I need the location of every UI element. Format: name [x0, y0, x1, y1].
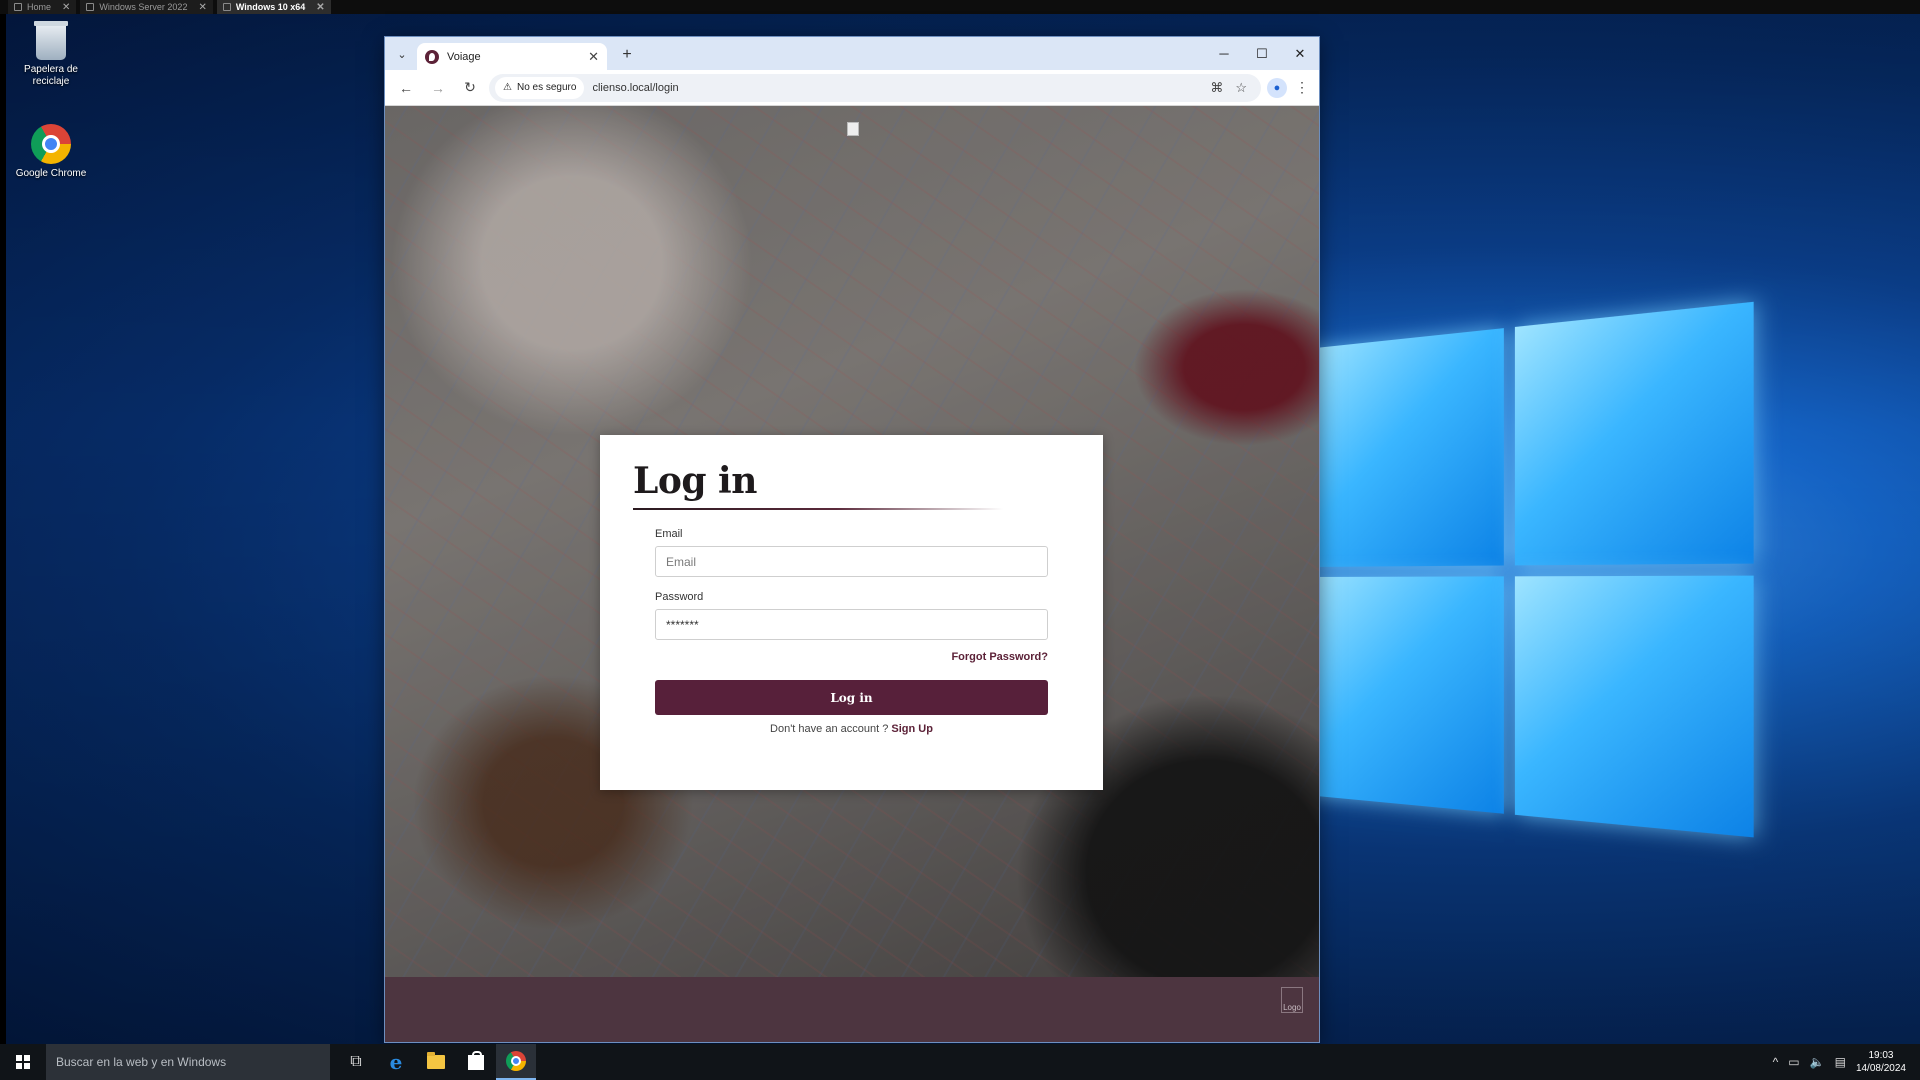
desktop-icon-recycle-bin[interactable]: Papelera de reciclaje	[10, 21, 92, 88]
close-icon[interactable]: ✕	[588, 49, 599, 65]
page-footer: Logo	[385, 977, 1319, 1042]
translate-icon[interactable]: ⌘	[1210, 80, 1223, 96]
browser-toolbar: ← → ↻ ⚠ No es seguro clienso.local/login…	[385, 70, 1319, 106]
home-icon	[14, 3, 22, 11]
start-button[interactable]	[0, 1044, 46, 1080]
page-viewport: Log in Email Password Forgot Password? L…	[385, 106, 1319, 1042]
address-bar[interactable]: ⚠ No es seguro clienso.local/login ⌘ ☆	[489, 73, 1261, 102]
clock-date: 14/08/2024	[1855, 1063, 1906, 1074]
vm-tab-label: Windows Server 2022	[99, 2, 188, 12]
vm-tab-label: Windows 10 x64	[235, 2, 306, 12]
taskbar-clock[interactable]: 19:03 14/08/2024	[1856, 1049, 1906, 1075]
vm-icon	[86, 3, 95, 11]
task-view-icon: ⧉	[350, 1053, 362, 1070]
desktop-icon-label: Papelera de reciclaje	[24, 64, 78, 87]
signup-prompt-text: Don't have an account ?	[770, 723, 889, 735]
voiage-favicon-icon	[425, 49, 439, 64]
browser-tab-bar: ⌄ Voiage ✕ + ─ ☐ ✕	[385, 37, 1319, 70]
taskbar-edge[interactable]: e	[376, 1044, 416, 1080]
browser-tab-title: Voiage	[447, 50, 481, 63]
desktop-icon-label: Google Chrome	[15, 168, 87, 179]
close-icon[interactable]: ✕	[198, 2, 206, 13]
browser-tab-voiage[interactable]: Voiage ✕	[417, 43, 607, 70]
back-button[interactable]: ←	[393, 75, 419, 101]
password-field[interactable]	[655, 609, 1048, 640]
taskbar-pinned-apps: ⧉ e	[336, 1044, 536, 1080]
reload-button[interactable]: ↻	[457, 75, 483, 101]
signup-prompt: Don't have an account ? Sign Up	[655, 723, 1048, 735]
chevron-up-icon[interactable]: ^	[1773, 1055, 1779, 1069]
bookmark-star-icon[interactable]: ☆	[1235, 80, 1247, 96]
close-icon[interactable]: ✕	[316, 2, 324, 13]
window-controls: ─ ☐ ✕	[1205, 37, 1319, 70]
login-form: Email Password Forgot Password? Log in D…	[655, 528, 1048, 735]
recycle-bin-icon	[34, 21, 68, 60]
volume-icon[interactable]: 🔈	[1810, 1055, 1825, 1069]
task-view-button[interactable]: ⧉	[336, 1044, 376, 1080]
clock-time: 19:03	[1868, 1050, 1894, 1061]
system-tray: ^ ▭ 🔈 ▤ 19:03 14/08/2024	[1773, 1049, 1920, 1075]
taskbar-file-explorer[interactable]	[416, 1044, 456, 1080]
windows-icon	[16, 1055, 30, 1069]
vm-tab-strip: Home ✕ Windows Server 2022 ✕ Windows 10 …	[0, 0, 1920, 14]
windows-logo-wallpaper	[1306, 299, 1778, 869]
edge-icon: e	[389, 1050, 403, 1074]
vm-tab-label: Home	[27, 2, 52, 12]
browser-window: ⌄ Voiage ✕ + ─ ☐ ✕ ← → ↻ ⚠ No es seguro …	[385, 37, 1319, 1042]
vm-tab-home[interactable]: Home ✕	[8, 0, 77, 14]
title-divider	[633, 508, 1003, 510]
desktop-icon-chrome[interactable]: Google Chrome	[10, 124, 92, 180]
vm-icon	[222, 3, 231, 11]
taskbar-search-box[interactable]: Buscar en la web y en Windows	[46, 1044, 330, 1080]
taskbar: Buscar en la web y en Windows ⧉ e ^ ▭ 🔈 …	[0, 1044, 1920, 1080]
new-tab-button[interactable]: +	[615, 43, 639, 67]
vm-tab-windows-10[interactable]: Windows 10 x64 ✕	[216, 0, 331, 14]
login-card: Log in Email Password Forgot Password? L…	[600, 435, 1103, 790]
minimize-button[interactable]: ─	[1205, 37, 1243, 70]
forward-button[interactable]: →	[425, 75, 451, 101]
hero-background-image: Log in Email Password Forgot Password? L…	[385, 106, 1319, 977]
close-window-button[interactable]: ✕	[1281, 37, 1319, 70]
address-bar-icons: ⌘ ☆	[1210, 80, 1255, 96]
login-button[interactable]: Log in	[655, 680, 1048, 715]
email-field[interactable]	[655, 546, 1048, 577]
security-chip[interactable]: ⚠ No es seguro	[495, 76, 585, 99]
password-label: Password	[655, 591, 704, 603]
browser-menu-icon[interactable]: ⋮	[1293, 79, 1311, 96]
security-label: No es seguro	[516, 82, 577, 93]
chrome-icon	[31, 124, 71, 164]
forgot-password-link[interactable]: Forgot Password?	[655, 651, 1048, 663]
vm-tab-windows-server[interactable]: Windows Server 2022 ✕	[80, 0, 213, 14]
tab-search-button[interactable]: ⌄	[391, 43, 413, 65]
store-icon	[468, 1050, 484, 1070]
network-icon[interactable]: ▭	[1788, 1055, 1799, 1069]
footer-logo-broken-image[interactable]: Logo	[1281, 987, 1303, 1013]
chevron-down-icon: ⌄	[397, 48, 407, 61]
email-label: Email	[655, 528, 683, 540]
signup-link[interactable]: Sign Up	[891, 723, 933, 735]
login-title: Log in	[633, 460, 757, 502]
taskbar-store[interactable]	[456, 1044, 496, 1080]
taskbar-chrome[interactable]	[496, 1044, 536, 1080]
folder-icon	[427, 1052, 445, 1069]
profile-icon[interactable]: ●	[1267, 77, 1287, 98]
warning-icon: ⚠	[503, 82, 512, 93]
notification-icon[interactable]: ▤	[1835, 1055, 1846, 1069]
close-icon[interactable]: ✕	[62, 2, 70, 13]
broken-image-icon	[847, 122, 859, 136]
chrome-icon	[506, 1051, 526, 1071]
url-text[interactable]: clienso.local/login	[592, 82, 1202, 94]
maximize-button[interactable]: ☐	[1243, 37, 1281, 70]
